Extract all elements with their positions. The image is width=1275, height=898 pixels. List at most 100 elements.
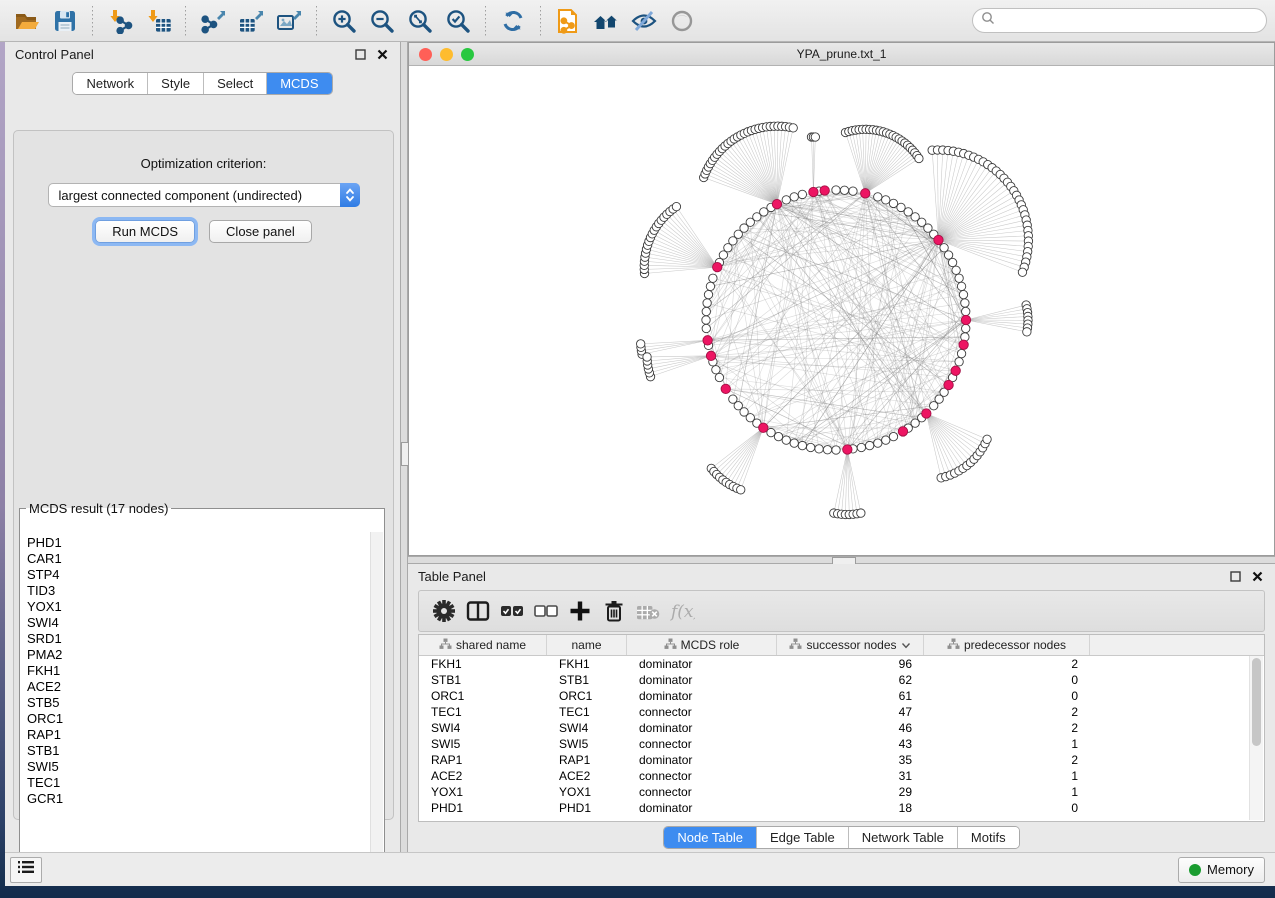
- vertical-splitter[interactable]: [400, 42, 408, 852]
- result-node-item[interactable]: SWI5: [27, 759, 371, 775]
- result-node-item[interactable]: ORC1: [27, 711, 371, 727]
- tab-style[interactable]: Style: [148, 73, 204, 94]
- table-row[interactable]: ACE2ACE2connector311: [419, 768, 1250, 784]
- table-cell: 2: [924, 752, 1090, 768]
- add-icon[interactable]: [565, 596, 595, 626]
- status-menu-button[interactable]: [10, 857, 42, 883]
- network-from-file-icon[interactable]: [551, 4, 585, 38]
- window-traffic-lights: [419, 48, 474, 61]
- table-row[interactable]: TEC1TEC1connector472: [419, 704, 1250, 720]
- result-node-item[interactable]: RAP1: [27, 727, 371, 743]
- column-header-MCDS-role[interactable]: MCDS role: [627, 635, 777, 655]
- table-cell: 61: [777, 688, 924, 704]
- result-node-item[interactable]: TID3: [27, 583, 371, 599]
- trash-icon[interactable]: [599, 596, 629, 626]
- formula-builder-icon[interactable]: f(x): [667, 596, 697, 626]
- result-node-item[interactable]: SRD1: [27, 631, 371, 647]
- result-node-item[interactable]: CAR1: [27, 551, 371, 567]
- close-window-light[interactable]: [419, 48, 432, 61]
- result-node-item[interactable]: ACE2: [27, 679, 371, 695]
- column-header-name[interactable]: name: [547, 635, 627, 655]
- column-header-shared-name[interactable]: shared name: [419, 635, 547, 655]
- scrollbar-thumb[interactable]: [1252, 658, 1261, 746]
- tab-network[interactable]: Network: [73, 73, 148, 94]
- refresh-icon[interactable]: [496, 4, 530, 38]
- result-node-item[interactable]: PMA2: [27, 647, 371, 663]
- table-row[interactable]: FKH1FKH1dominator962: [419, 656, 1250, 672]
- table-scrollbar[interactable]: [1249, 656, 1263, 820]
- horizontal-splitter[interactable]: [408, 556, 1275, 564]
- table-cell: YOX1: [419, 784, 547, 800]
- toolbar-separator: [185, 6, 186, 36]
- search-input[interactable]: [1000, 13, 1258, 29]
- result-node-item[interactable]: SWI4: [27, 615, 371, 631]
- save-session-icon[interactable]: [48, 4, 82, 38]
- tab-network-table[interactable]: Network Table: [849, 827, 958, 848]
- zoom-out-icon[interactable]: [365, 4, 399, 38]
- result-node-item[interactable]: YOX1: [27, 599, 371, 615]
- result-scrollbar[interactable]: [370, 532, 383, 869]
- float-panel-icon[interactable]: [1227, 568, 1243, 584]
- minimize-window-light[interactable]: [440, 48, 453, 61]
- result-node-item[interactable]: FKH1: [27, 663, 371, 679]
- table-cell: SWI5: [547, 736, 627, 752]
- select-all-icon[interactable]: [497, 596, 527, 626]
- deselect-all-icon[interactable]: [531, 596, 561, 626]
- control-panel-tabstrip: NetworkStyleSelectMCDS: [72, 72, 332, 95]
- result-node-item[interactable]: STB1: [27, 743, 371, 759]
- run-mcds-button[interactable]: Run MCDS: [95, 220, 195, 243]
- result-node-item[interactable]: STP4: [27, 567, 371, 583]
- result-node-item[interactable]: PHD1: [27, 535, 371, 551]
- zoom-fit-icon[interactable]: [403, 4, 437, 38]
- columns-icon[interactable]: [463, 596, 493, 626]
- table-cell: ORC1: [419, 688, 547, 704]
- result-node-item[interactable]: TEC1: [27, 775, 371, 791]
- hide-graphics-details-icon[interactable]: [627, 4, 661, 38]
- first-neighbors-icon[interactable]: [589, 4, 623, 38]
- table-cell: 96: [777, 656, 924, 672]
- table-row[interactable]: SWI4SWI4dominator462: [419, 720, 1250, 736]
- memory-button[interactable]: Memory: [1178, 857, 1265, 883]
- export-image-icon[interactable]: [272, 4, 306, 38]
- mcds-result-box: MCDS result (17 nodes) PHD1CAR1STP4TID3Y…: [19, 501, 385, 871]
- result-node-item[interactable]: STB5: [27, 695, 371, 711]
- close-panel-icon[interactable]: [374, 46, 390, 62]
- table-row[interactable]: STB1STB1dominator620: [419, 672, 1250, 688]
- optimization-criterion-dropdown[interactable]: largest connected component (undirected): [48, 183, 360, 207]
- table-toolbar: f(x): [418, 590, 1265, 632]
- export-network-icon[interactable]: [196, 4, 230, 38]
- export-table-icon[interactable]: [234, 4, 268, 38]
- tab-edge-table[interactable]: Edge Table: [757, 827, 849, 848]
- column-header-predecessor-nodes[interactable]: predecessor nodes: [924, 635, 1090, 655]
- table-row[interactable]: SWI5SWI5connector431: [419, 736, 1250, 752]
- import-network-icon[interactable]: [103, 4, 137, 38]
- toolbar-separator: [316, 6, 317, 36]
- tab-mcds[interactable]: MCDS: [267, 73, 331, 94]
- table-cell: 1: [924, 768, 1090, 784]
- zoom-window-light[interactable]: [461, 48, 474, 61]
- column-header-successor-nodes[interactable]: successor nodes: [777, 635, 924, 655]
- zoom-selected-icon[interactable]: [441, 4, 475, 38]
- result-node-item[interactable]: GCR1: [27, 791, 371, 807]
- tab-node-table[interactable]: Node Table: [664, 827, 757, 848]
- close-panel-button[interactable]: Close panel: [209, 220, 312, 243]
- mcds-result-list[interactable]: PHD1CAR1STP4TID3YOX1SWI4SRD1PMA2FKH1ACE2…: [21, 532, 371, 869]
- show-graphics-details-icon[interactable]: [665, 4, 699, 38]
- sort-descending-icon: [901, 638, 911, 652]
- network-canvas[interactable]: [409, 66, 1274, 556]
- close-panel-icon[interactable]: [1249, 568, 1265, 584]
- table-row[interactable]: YOX1YOX1connector291: [419, 784, 1250, 800]
- gear-icon[interactable]: [429, 596, 459, 626]
- tab-motifs[interactable]: Motifs: [958, 827, 1019, 848]
- network-window-titlebar: YPA_prune.txt_1: [409, 43, 1274, 66]
- open-file-icon[interactable]: [10, 4, 44, 38]
- tab-select[interactable]: Select: [204, 73, 267, 94]
- float-panel-icon[interactable]: [352, 46, 368, 62]
- table-row[interactable]: RAP1RAP1dominator352: [419, 752, 1250, 768]
- table-row[interactable]: ORC1ORC1dominator610: [419, 688, 1250, 704]
- delete-table-icon[interactable]: [633, 596, 663, 626]
- zoom-in-icon[interactable]: [327, 4, 361, 38]
- table-cell: dominator: [627, 720, 777, 736]
- import-table-icon[interactable]: [141, 4, 175, 38]
- table-row[interactable]: PHD1PHD1dominator180: [419, 800, 1250, 816]
